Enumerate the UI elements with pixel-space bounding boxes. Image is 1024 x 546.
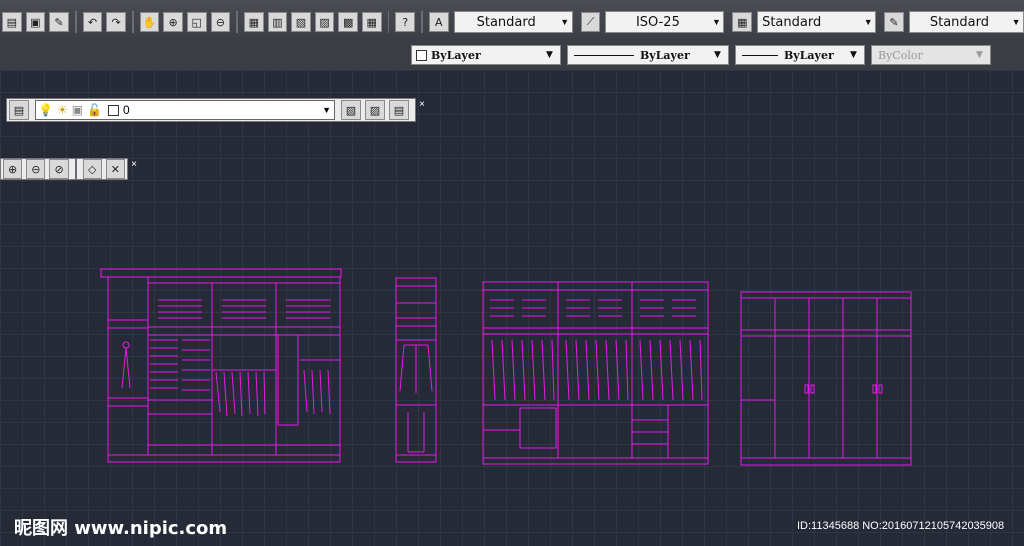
cad-drawings (100, 268, 912, 466)
wardrobe-elevation-2 (395, 277, 437, 463)
watermark-site: 昵图网 www.nipic.com (14, 518, 228, 539)
wardrobe-elevation-1 (100, 268, 342, 463)
wardrobe-elevation-3 (482, 281, 709, 465)
watermark-id: ID:11345688 NO:20160712105742035908 (797, 520, 1005, 532)
wardrobe-elevation-4 (740, 291, 912, 466)
